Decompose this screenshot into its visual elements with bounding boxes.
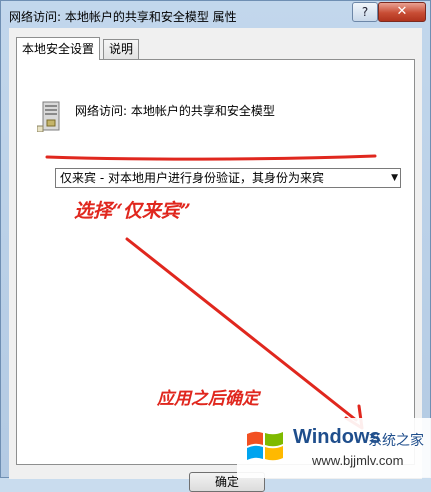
watermark: Windows 系统之家 www.bjjmlv.com	[237, 418, 431, 478]
select-guest-annotation: 选择“仅来宾”	[74, 200, 191, 222]
tab-local-security-setting[interactable]: 本地安全设置	[16, 37, 101, 60]
apply-then-ok-annotation: 应用之后确定	[157, 389, 259, 409]
watermark-url: www.bjjmlv.com	[312, 453, 404, 468]
underline-annotation	[45, 154, 377, 161]
windows-logo-icon	[247, 431, 283, 461]
watermark-brand-cn: 系统之家	[368, 433, 424, 449]
